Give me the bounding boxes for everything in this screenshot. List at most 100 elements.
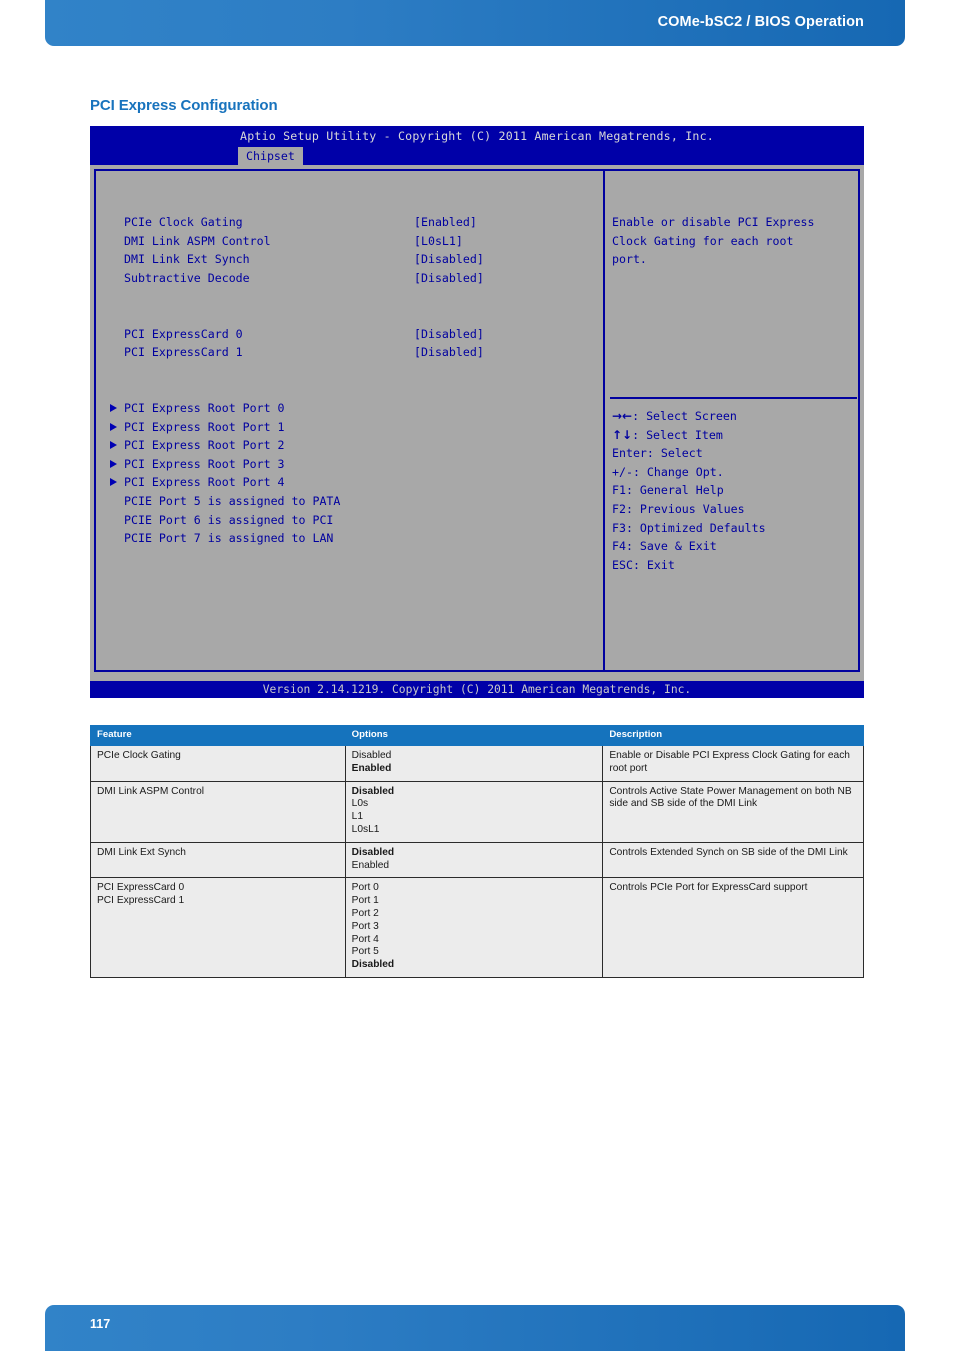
setting-value: [Disabled]	[414, 345, 484, 360]
info-row-port-5: PCIE Port 5 is assigned to PATA	[102, 492, 602, 511]
page-header-bar: COMe-bSC2 / BIOS Operation	[45, 0, 905, 46]
cell-description: Enable or Disable PCI Express Clock Gati…	[602, 745, 864, 782]
help-text-line: Enable or disable PCI Express	[612, 215, 815, 229]
feature-name: DMI Link Ext Synch	[97, 846, 186, 858]
option-value-default: Disabled	[351, 785, 395, 797]
submenu-row-root-port-4[interactable]: PCI Express Root Port 4	[102, 473, 602, 492]
page-title: PCI Express Configuration	[90, 97, 278, 114]
setting-row-pcie-clock-gating[interactable]: PCIe Clock Gating [Enabled]	[102, 213, 602, 232]
cell-feature: DMI Link Ext Synch	[90, 841, 346, 879]
key-legend-f4: F4: Save & Exit	[612, 539, 717, 554]
setting-label: DMI Link ASPM Control	[124, 233, 271, 248]
option-value-default: Disabled	[351, 846, 395, 858]
option-value-default: Enabled	[351, 762, 392, 774]
setting-label: PCI ExpressCard 1	[124, 345, 243, 360]
option-value: Port 2	[351, 907, 379, 919]
key-legend-f2: F2: Previous Values	[612, 501, 745, 516]
cell-feature: DMI Link ASPM Control	[90, 780, 346, 843]
page-number: 117	[90, 1317, 111, 1331]
setting-row-pci-expresscard-0[interactable]: PCI ExpressCard 0 [Disabled]	[102, 325, 602, 344]
spacer-row	[102, 287, 602, 306]
feature-name: PCI ExpressCard 1	[97, 895, 185, 907]
cell-feature: PCI ExpressCard 0 PCI ExpressCard 1	[90, 877, 346, 978]
bios-help-panel: Enable or disable PCI Express Clock Gati…	[612, 213, 848, 269]
setting-value: [Enabled]	[414, 215, 477, 229]
table-row: PCIe Clock Gating Disabled Enabled Enabl…	[90, 745, 864, 782]
settings-reference-table: Feature Options Description PCIe Clock G…	[90, 725, 864, 978]
info-row-port-7: PCIE Port 7 is assigned to LAN	[102, 529, 602, 548]
setting-label: DMI Link Ext Synch	[124, 252, 250, 267]
setting-row-dmi-link-aspm-control[interactable]: DMI Link ASPM Control [L0sL1]	[102, 232, 602, 251]
option-value: Port 0	[351, 882, 379, 894]
setting-value: [L0sL1]	[414, 233, 463, 248]
page-header-title: COMe-bSC2 / BIOS Operation	[657, 14, 864, 30]
option-value: Port 4	[351, 933, 379, 945]
chevron-right-icon	[110, 403, 117, 412]
bios-settings-list: PCIe Clock Gating [Enabled] DMI Link ASP…	[102, 213, 602, 548]
option-value: L0sL1	[351, 823, 380, 835]
submenu-label: PCI Express Root Port 2	[124, 438, 285, 453]
setting-row-pci-expresscard-1[interactable]: PCI ExpressCard 1 [Disabled]	[102, 343, 602, 362]
page-root: COMe-bSC2 / BIOS Operation PCI Express C…	[0, 0, 954, 1351]
cell-options: Disabled Enabled	[344, 745, 604, 782]
table-row: DMI Link Ext Synch Disabled Enabled Cont…	[90, 841, 864, 879]
submenu-row-root-port-1[interactable]: PCI Express Root Port 1	[102, 418, 602, 437]
bios-body: PCIe Clock Gating [Enabled] DMI Link ASP…	[90, 165, 864, 676]
key-legend-esc: ESC: Exit	[612, 557, 675, 572]
table-header-row: Feature Options Description	[90, 725, 864, 746]
spacer-row	[102, 362, 602, 381]
help-text-line: port.	[612, 252, 647, 267]
bios-panel-divider	[603, 169, 605, 672]
submenu-row-root-port-0[interactable]: PCI Express Root Port 0	[102, 399, 602, 418]
bios-key-legend: →←: Select Screen ↑↓: Select Item Enter:…	[612, 407, 852, 574]
feature-name: DMI Link ASPM Control	[97, 785, 205, 797]
option-value-default: Disabled	[351, 959, 395, 971]
key-legend-change-opt: +/-: Change Opt.	[612, 464, 724, 479]
setting-value: [Disabled]	[414, 252, 484, 267]
option-value: Disabled	[351, 750, 392, 761]
info-text: PCIE Port 6 is assigned to PCI	[124, 512, 334, 527]
setting-value: [Disabled]	[414, 270, 484, 285]
feature-name: PCI ExpressCard 0	[97, 882, 185, 894]
submenu-row-root-port-3[interactable]: PCI Express Root Port 3	[102, 455, 602, 474]
chevron-right-icon	[110, 459, 117, 468]
option-value: Port 3	[351, 920, 379, 932]
feature-name: PCIe Clock Gating	[97, 750, 181, 761]
cell-feature: PCIe Clock Gating	[90, 745, 346, 782]
submenu-label: PCI Express Root Port 4	[124, 475, 285, 490]
setting-row-dmi-link-ext-synch[interactable]: DMI Link Ext Synch [Disabled]	[102, 250, 602, 269]
spacer-row	[102, 380, 602, 399]
key-legend-text: : Select Item	[632, 427, 723, 442]
submenu-row-root-port-2[interactable]: PCI Express Root Port 2	[102, 436, 602, 455]
option-value: L1	[351, 811, 364, 823]
chevron-right-icon	[110, 478, 117, 487]
cell-description: Controls Extended Synch on SB side of th…	[602, 841, 864, 879]
setting-row-subtractive-decode[interactable]: Subtractive Decode [Disabled]	[102, 269, 602, 288]
table-row: DMI Link ASPM Control Disabled L0s L1 L0…	[90, 780, 864, 843]
setting-label: PCI ExpressCard 0	[124, 326, 243, 341]
tab-chipset[interactable]: Chipset	[238, 147, 303, 165]
cell-options: Disabled L0s L1 L0sL1	[344, 780, 604, 843]
column-header-feature: Feature	[90, 725, 346, 746]
bios-titlebar: Aptio Setup Utility - Copyright (C) 2011…	[90, 126, 864, 147]
key-legend-text: : Select Screen	[632, 409, 737, 423]
option-value: Enabled	[351, 859, 390, 871]
page-footer-bar: 117	[45, 1305, 905, 1351]
setting-value: [Disabled]	[414, 326, 484, 341]
bios-tab-bar: Chipset	[90, 147, 864, 165]
submenu-label: PCI Express Root Port 0	[124, 400, 285, 415]
key-legend-select-screen: →←: Select Screen	[612, 407, 852, 426]
help-divider	[610, 397, 857, 399]
setting-label: Subtractive Decode	[124, 270, 250, 285]
submenu-label: PCI Express Root Port 3	[124, 456, 285, 471]
left-right-arrow-icon: →←	[612, 409, 633, 423]
table-row: PCI ExpressCard 0 PCI ExpressCard 1 Port…	[90, 877, 864, 978]
chevron-right-icon	[110, 422, 117, 431]
info-text: PCIE Port 5 is assigned to PATA	[124, 493, 341, 508]
cell-options: Disabled Enabled	[344, 841, 604, 879]
option-value: L0s	[351, 798, 369, 810]
key-legend-select-item: ↑↓: Select Item	[612, 426, 852, 445]
chevron-right-icon	[110, 441, 117, 450]
cell-description: Controls Active State Power Management o…	[602, 780, 864, 843]
column-header-description: Description	[602, 725, 864, 746]
